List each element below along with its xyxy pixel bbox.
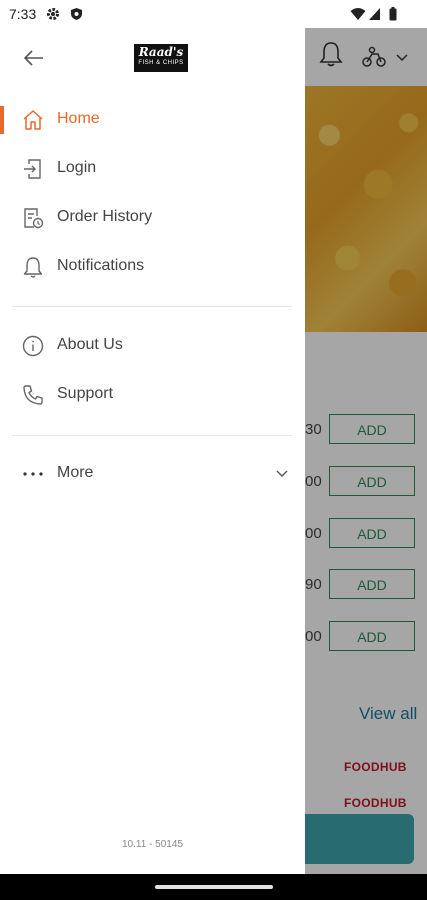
status-bar: 7:33 [0,0,427,28]
menu-item-support[interactable]: Support [0,375,305,415]
menu-label: Support [57,385,114,402]
menu-label: More [57,464,94,481]
logo-text: Raad's [138,45,184,59]
menu-label: Home [57,110,100,127]
home-icon [23,110,43,130]
settings-icon [47,8,59,20]
divider [12,306,292,307]
menu-item-more[interactable]: More [0,454,305,494]
menu-item-notifications[interactable]: Notifications [0,247,305,287]
back-arrow-icon[interactable] [22,46,46,70]
bell-icon [23,257,43,278]
info-icon [22,335,44,357]
divider [12,435,292,436]
navigation-drawer: Raad's FISH & CHIPS Home Login Order His… [0,28,305,874]
shield-icon [71,8,82,20]
logo-subtext: FISH & CHIPS [138,60,184,66]
login-icon [24,159,41,179]
menu-item-home[interactable]: Home [0,100,305,140]
menu-label: Notifications [57,257,145,274]
status-time: 7:33 [9,6,37,22]
active-indicator [0,106,4,134]
wifi-icon [350,8,366,20]
signal-icon [369,8,380,20]
phone-icon [23,385,43,405]
order-history-icon [24,208,44,229]
brand-logo: Raad's FISH & CHIPS [134,44,188,72]
more-dots-icon [23,472,43,476]
menu-label: Order History [57,208,153,225]
chevron-down-icon[interactable] [276,470,288,478]
home-gesture-handle[interactable] [155,885,273,889]
menu-item-order-history[interactable]: Order History [0,198,305,238]
menu-label: About Us [57,336,123,353]
menu-label: Login [57,159,97,176]
system-nav-bar [0,874,427,900]
app-version: 10.11 - 50145 [122,839,183,850]
menu-item-login[interactable]: Login [0,149,305,189]
battery-icon [389,7,397,21]
menu-item-about-us[interactable]: About Us [0,326,305,366]
